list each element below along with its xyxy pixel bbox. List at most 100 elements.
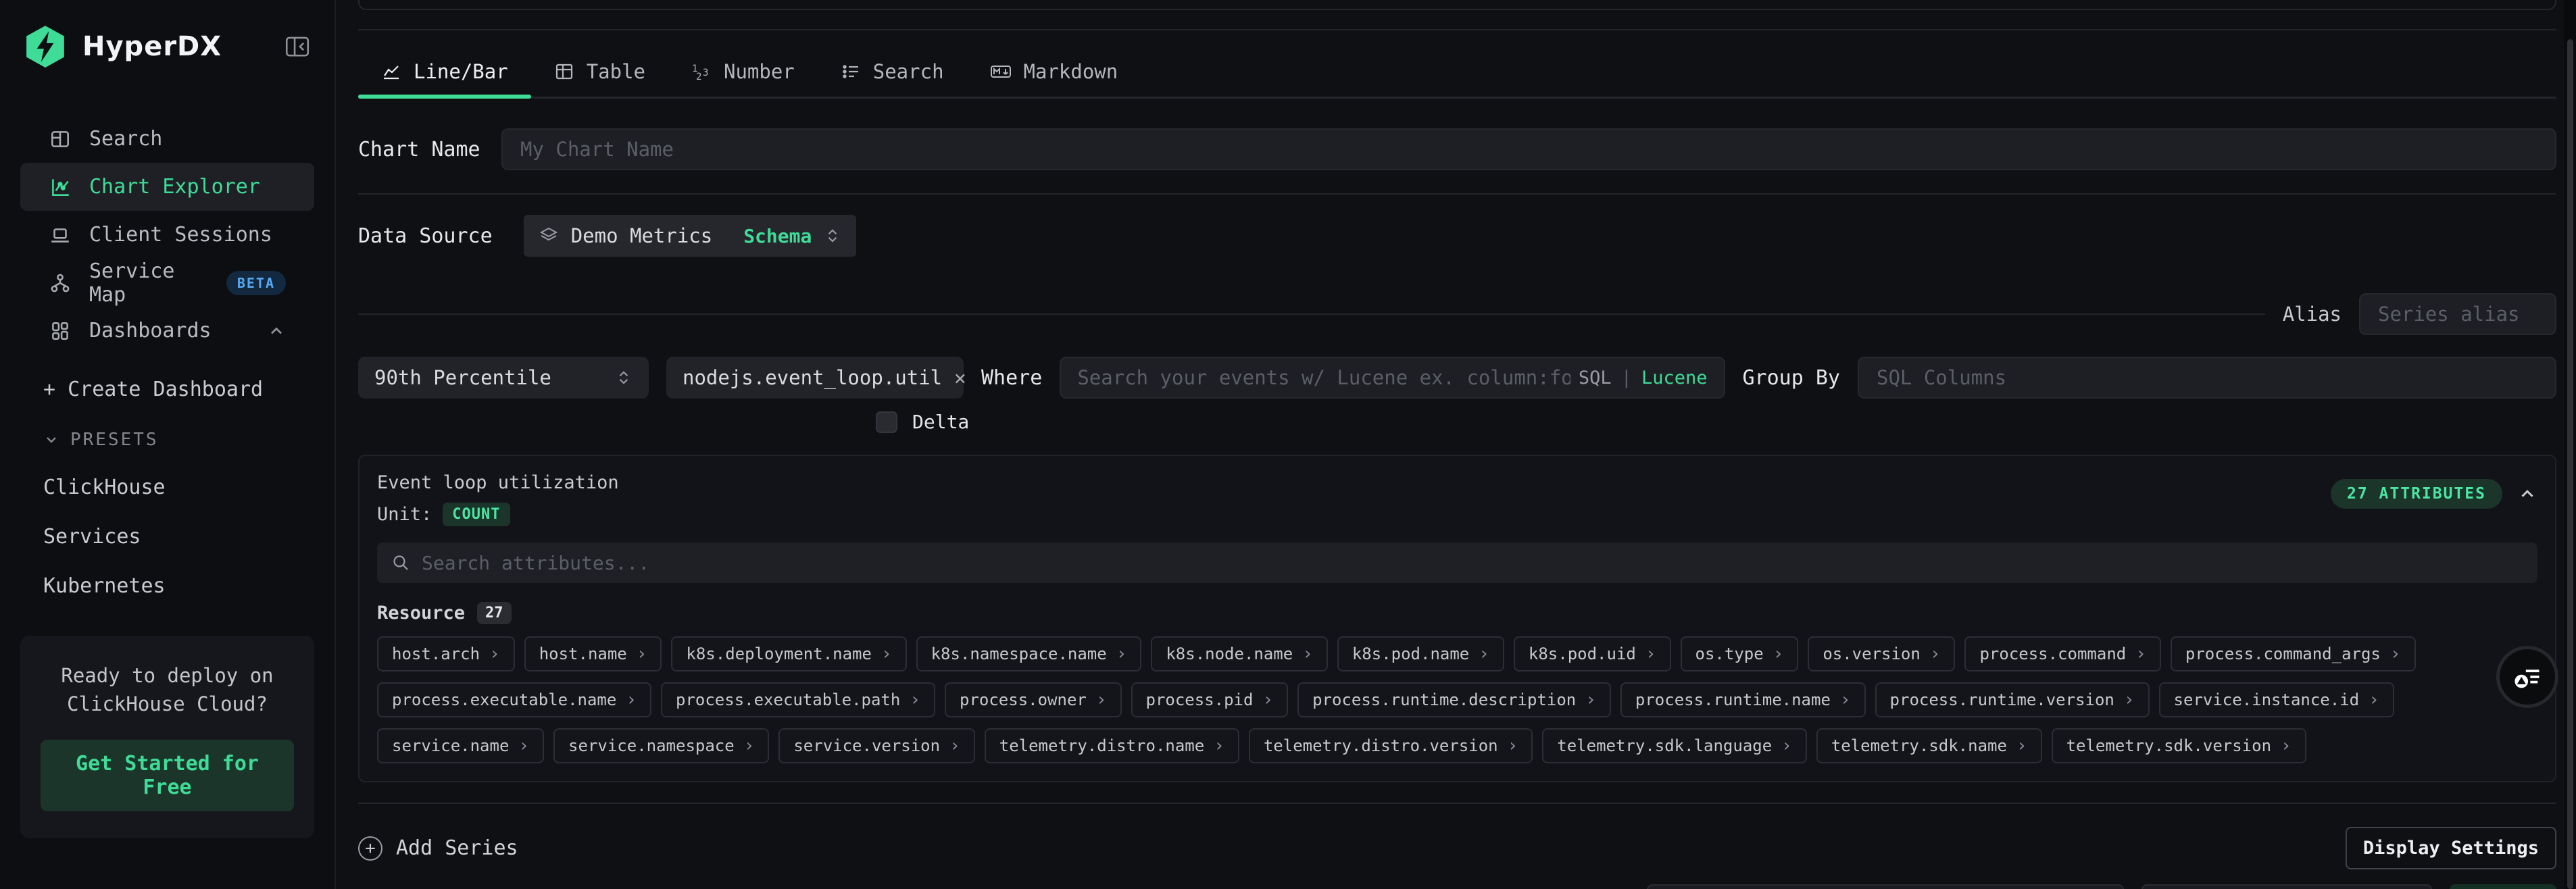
attribute-chip[interactable]: process.owner ›	[945, 682, 1122, 717]
tab-line-bar[interactable]: Line/Bar	[358, 47, 531, 97]
display-settings-button[interactable]: Display Settings	[2346, 827, 2556, 869]
attribute-chip-label: host.arch	[392, 644, 480, 663]
chevron-right-icon: ›	[2016, 736, 2027, 756]
delta-checkbox[interactable]	[876, 411, 897, 433]
attribute-chip[interactable]: k8s.namespace.name ›	[916, 636, 1142, 671]
cloud-card-text: Ready to deploy on ClickHouse Cloud?	[41, 661, 294, 718]
attribute-chip-label: process.runtime.version	[1890, 690, 2114, 709]
metric-field-chip[interactable]: nodejs.event_loop.util ✕	[666, 357, 964, 399]
svg-text:2: 2	[696, 72, 701, 82]
chevron-right-icon: ›	[744, 736, 755, 756]
attribute-chip[interactable]: os.version ›	[1808, 636, 1955, 671]
aggregation-select[interactable]: 90th Percentile	[358, 357, 649, 399]
attribute-chip[interactable]: host.arch ›	[377, 636, 515, 671]
metric-attributes-panel: Event loop utilization Unit: COUNT 27 AT…	[358, 455, 2556, 782]
attribute-chip-label: process.pid	[1146, 690, 1254, 709]
attribute-chip-label: service.name	[392, 736, 509, 755]
attribute-chip-label: telemetry.distro.name	[999, 736, 1204, 755]
close-icon[interactable]: ✕	[954, 366, 966, 389]
attribute-chip[interactable]: k8s.pod.uid ›	[1514, 636, 1671, 671]
chevron-right-icon: ›	[2124, 690, 2135, 710]
sidebar-item-service-map[interactable]: Service Map BETA	[20, 259, 314, 307]
sidebar: HyperDX Search	[0, 0, 336, 889]
series-alias-input[interactable]	[2359, 293, 2556, 335]
scrollbar-thumb[interactable]	[2567, 39, 2573, 889]
data-source-select[interactable]: Demo Metrics Schema	[524, 215, 857, 257]
create-dashboard-button[interactable]: + Create Dashboard	[43, 378, 314, 401]
attribute-chip[interactable]: telemetry.distro.name ›	[985, 728, 1239, 763]
attribute-search-input[interactable]	[422, 552, 2524, 574]
attribute-chip[interactable]: process.command ›	[1964, 636, 2160, 671]
chevron-right-icon: ›	[1214, 736, 1224, 756]
sidebar-item-dashboards[interactable]: Dashboards	[20, 307, 314, 355]
schema-link[interactable]: Schema	[743, 225, 812, 247]
attribute-chip[interactable]: service.instance.id ›	[2159, 682, 2394, 717]
attribute-chip-label: service.namespace	[568, 736, 735, 755]
granularity-select[interactable]: Auto Granularity	[2141, 884, 2432, 889]
add-series-button[interactable]: + Add Series	[358, 836, 518, 861]
data-source-label: Data Source	[358, 224, 493, 248]
attribute-chip[interactable]: telemetry.distro.version ›	[1249, 728, 1533, 763]
preset-item-services[interactable]: Services	[43, 499, 314, 549]
sidebar-item-search[interactable]: Search	[20, 115, 314, 163]
attribute-chip[interactable]: os.type ›	[1681, 636, 1799, 671]
sidebar-item-client-sessions[interactable]: Client Sessions	[20, 211, 314, 259]
attribute-chip[interactable]: process.executable.name ›	[377, 682, 651, 717]
chevron-up-icon[interactable]	[267, 322, 286, 340]
chevron-right-icon: ›	[2135, 644, 2146, 664]
chart-options-fab[interactable]	[2496, 646, 2558, 708]
app-title: HyperDX	[82, 31, 222, 62]
attribute-chip[interactable]: host.name ›	[524, 636, 662, 671]
alias-row: Alias	[358, 293, 2556, 335]
chevron-right-icon: ›	[910, 690, 920, 710]
attribute-chip[interactable]: telemetry.sdk.language ›	[1542, 728, 1807, 763]
run-button[interactable]: ▷ Run	[2450, 884, 2556, 889]
list-icon	[841, 61, 861, 82]
attribute-chip[interactable]: process.runtime.version ›	[1875, 682, 2150, 717]
layout-grid-icon	[49, 128, 72, 151]
sidebar-item-chart-explorer[interactable]: Chart Explorer	[20, 163, 314, 211]
chevron-up-icon[interactable]	[2517, 484, 2537, 504]
hyperdx-logo-icon	[23, 24, 68, 69]
tab-search[interactable]: Search	[818, 47, 967, 97]
sql-toggle[interactable]: SQL	[1579, 367, 1612, 388]
attribute-chip[interactable]: process.runtime.name ›	[1620, 682, 1866, 717]
lucene-toggle[interactable]: Lucene	[1641, 367, 1708, 388]
group-by-input[interactable]	[1858, 357, 2556, 399]
attribute-chip[interactable]: service.version ›	[778, 728, 974, 763]
preset-item-kubernetes[interactable]: Kubernetes	[43, 549, 314, 598]
svg-text:3: 3	[703, 68, 708, 78]
resource-group-label: Resource	[377, 603, 465, 624]
attribute-chip[interactable]: process.runtime.description ›	[1297, 682, 1611, 717]
data-source-value: Demo Metrics	[571, 224, 713, 247]
chart-name-label: Chart Name	[358, 138, 501, 161]
where-search-input[interactable]	[1077, 366, 1570, 389]
attribute-chip[interactable]: k8s.node.name ›	[1151, 636, 1328, 671]
chevron-right-icon: ›	[949, 736, 960, 756]
attribute-chip[interactable]: process.executable.path ›	[661, 682, 935, 717]
chevron-right-icon: ›	[881, 644, 892, 664]
attribute-chip[interactable]: telemetry.sdk.version ›	[2052, 728, 2306, 763]
attribute-chip[interactable]: service.namespace ›	[553, 728, 769, 763]
series-builder-row: 90th Percentile nodejs.event_loop.util ✕…	[358, 357, 2556, 399]
attribute-chip[interactable]: k8s.deployment.name ›	[671, 636, 906, 671]
attribute-chip[interactable]: k8s.pod.name ›	[1337, 636, 1504, 671]
date-range-picker[interactable]: Mar 2 12:47:01 - Mar 2 13:47:01	[1647, 884, 2124, 889]
sidebar-item-label: Service Map	[89, 259, 209, 307]
attribute-chip[interactable]: process.command_args ›	[2171, 636, 2416, 671]
chart-name-input[interactable]	[501, 128, 2556, 170]
preset-item-clickhouse[interactable]: ClickHouse	[43, 450, 314, 499]
chevron-right-icon: ›	[1840, 690, 1851, 710]
get-started-button[interactable]: Get Started for Free	[41, 740, 294, 811]
where-input-wrap: SQL | Lucene	[1060, 357, 1725, 399]
tab-markdown[interactable]: Markdown	[967, 47, 1141, 97]
sidebar-collapse-icon[interactable]	[283, 32, 312, 61]
presets-header[interactable]: PRESETS	[43, 430, 314, 450]
sidebar-item-label: Search	[89, 127, 162, 151]
tab-number[interactable]: 1 2 3 Number	[668, 47, 818, 97]
attribute-chip[interactable]: process.pid ›	[1131, 682, 1289, 717]
attribute-chip-label: process.command_args	[2185, 644, 2381, 663]
tab-table[interactable]: Table	[531, 47, 668, 97]
attribute-chip[interactable]: service.name ›	[377, 728, 544, 763]
attribute-chip[interactable]: telemetry.sdk.name ›	[1816, 728, 2042, 763]
